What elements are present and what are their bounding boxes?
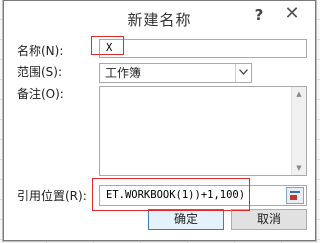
triangle-down-icon[interactable]: ▼ [292, 161, 306, 175]
scope-select[interactable]: 工作簿 [99, 63, 252, 83]
refers-to-formula: ET.WORKBOOK(1))+1,100) [106, 189, 246, 201]
refers-to-label: 引用位置(R): [17, 189, 87, 203]
triangle-up-icon[interactable]: ▲ [292, 87, 306, 101]
scope-label: 范围(S): [17, 65, 63, 79]
close-button[interactable]: ✕ [272, 3, 312, 25]
comment-textarea[interactable]: ▲ ▼ [99, 86, 307, 176]
collapse-dialog-icon[interactable] [286, 187, 304, 204]
cancel-button[interactable]: 取消 [231, 209, 307, 230]
new-name-dialog: 新建名称 ? ✕ 名称(N): X 范围(S): 工作簿 备注(O): ▲ ▼ … [3, 0, 316, 241]
comment-scrollbar[interactable]: ▲ ▼ [291, 87, 306, 175]
name-label: 名称(N): [17, 44, 64, 58]
ok-button[interactable]: 确定 [148, 209, 224, 230]
refers-to-input[interactable]: ET.WORKBOOK(1))+1,100) [99, 185, 307, 206]
help-button[interactable]: ? [249, 3, 269, 27]
comment-label: 备注(O): [17, 87, 64, 101]
scope-value: 工作簿 [105, 66, 142, 80]
chevron-down-icon[interactable] [235, 64, 251, 82]
title-bar: 新建名称 ? ✕ [4, 1, 315, 34]
name-input[interactable]: X [99, 39, 307, 58]
